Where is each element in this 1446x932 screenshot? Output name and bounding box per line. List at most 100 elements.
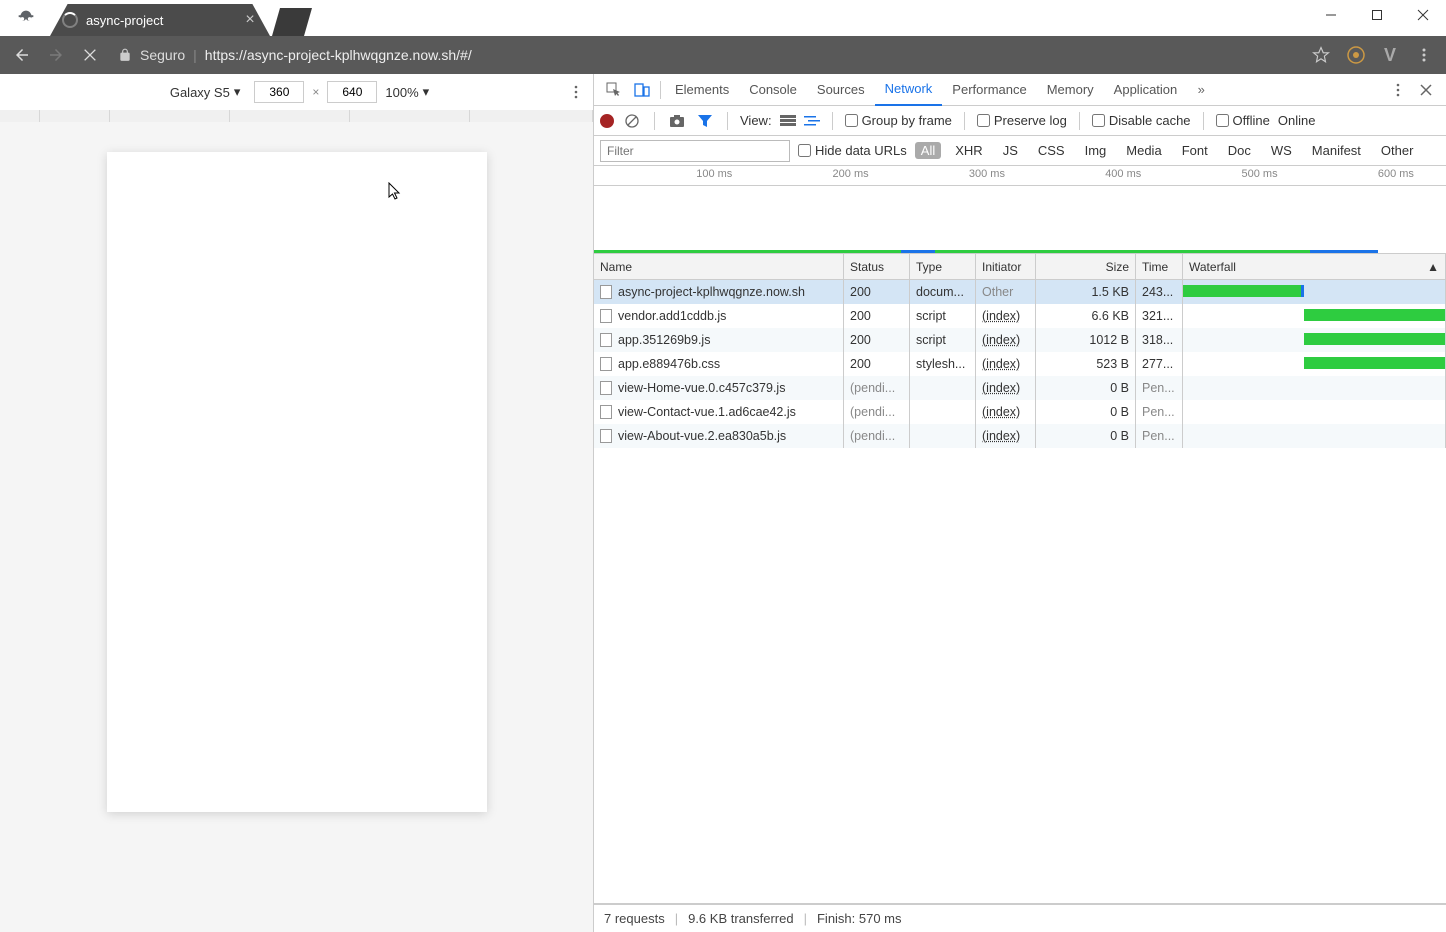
- request-name: app.351269b9.js: [618, 333, 710, 347]
- address-bar[interactable]: Seguro | https://async-project-kplhwqgnz…: [110, 41, 1306, 69]
- preserve-log-checkbox[interactable]: Preserve log: [977, 113, 1067, 128]
- filter-input[interactable]: [600, 140, 790, 162]
- zoom-select[interactable]: 100% ▾: [385, 84, 429, 100]
- col-header-initiator[interactable]: Initiator: [976, 254, 1036, 279]
- filter-chip-manifest[interactable]: Manifest: [1306, 142, 1367, 159]
- filter-chip-all[interactable]: All: [915, 142, 941, 159]
- tab-elements[interactable]: Elements: [665, 74, 739, 106]
- inspect-element-button[interactable]: [600, 76, 628, 104]
- tab-memory[interactable]: Memory: [1037, 74, 1104, 106]
- view-large-button[interactable]: [780, 115, 796, 127]
- filter-chip-ws[interactable]: WS: [1265, 142, 1298, 159]
- tab-application[interactable]: Application: [1104, 74, 1188, 106]
- col-header-size[interactable]: Size: [1036, 254, 1136, 279]
- offline-checkbox[interactable]: Offline: [1216, 113, 1270, 128]
- table-row[interactable]: app.e889476b.css200stylesh...(index)523 …: [594, 352, 1446, 376]
- tab-close-button[interactable]: ×: [242, 12, 258, 28]
- request-name: view-Home-vue.0.c457c379.js: [618, 381, 785, 395]
- waterfall-bar: [1304, 333, 1445, 345]
- initiator-link[interactable]: (index): [982, 333, 1020, 347]
- browser-menu-button[interactable]: [1410, 41, 1438, 69]
- back-button[interactable]: [8, 41, 36, 69]
- filter-chip-doc[interactable]: Doc: [1222, 142, 1257, 159]
- device-mode-button[interactable]: [628, 76, 656, 104]
- chevron-down-icon: ▾: [234, 84, 241, 100]
- devtools-close-button[interactable]: [1412, 76, 1440, 104]
- chevron-down-icon: ▾: [423, 84, 430, 100]
- devtools-tabs: Elements Console Sources Network Perform…: [594, 74, 1446, 106]
- initiator-link[interactable]: (index): [982, 405, 1020, 419]
- screenshot-button[interactable]: [667, 111, 687, 131]
- loading-spinner-icon: [62, 12, 78, 28]
- device-ruler: [0, 110, 593, 122]
- new-tab-button[interactable]: [272, 8, 312, 36]
- devtools-menu-button[interactable]: [1384, 76, 1412, 104]
- extension-icon-2[interactable]: V: [1376, 41, 1404, 69]
- disable-cache-checkbox[interactable]: Disable cache: [1092, 113, 1191, 128]
- dimension-x: ×: [312, 85, 319, 99]
- filter-chip-font[interactable]: Font: [1176, 142, 1214, 159]
- filter-chip-media[interactable]: Media: [1120, 142, 1167, 159]
- view-small-button[interactable]: [804, 115, 820, 127]
- filter-chip-img[interactable]: Img: [1079, 142, 1113, 159]
- initiator-link[interactable]: (index): [982, 381, 1020, 395]
- browser-tab[interactable]: async-project ×: [50, 4, 270, 36]
- device-height-input[interactable]: [327, 81, 377, 103]
- col-header-type[interactable]: Type: [910, 254, 976, 279]
- request-name: view-About-vue.2.ea830a5b.js: [618, 429, 786, 443]
- initiator-link[interactable]: (index): [982, 309, 1020, 323]
- table-row[interactable]: async-project-kplhwqgnze.now.sh200docum.…: [594, 280, 1446, 304]
- group-by-frame-checkbox[interactable]: Group by frame: [845, 113, 952, 128]
- device-menu-button[interactable]: [569, 85, 583, 99]
- timeline-overview[interactable]: [594, 186, 1446, 254]
- tab-network[interactable]: Network: [875, 74, 943, 106]
- table-row[interactable]: view-Home-vue.0.c457c379.js(pendi...(ind…: [594, 376, 1446, 400]
- minimize-button[interactable]: [1308, 0, 1354, 30]
- col-header-time[interactable]: Time: [1136, 254, 1183, 279]
- view-label: View:: [740, 113, 772, 128]
- forward-button[interactable]: [42, 41, 70, 69]
- record-button[interactable]: [600, 114, 614, 128]
- more-tabs-button[interactable]: »: [1187, 76, 1215, 104]
- close-window-button[interactable]: [1400, 0, 1446, 30]
- clear-button[interactable]: [622, 111, 642, 131]
- initiator-link: Other: [982, 285, 1013, 299]
- status-requests: 7 requests: [604, 911, 665, 926]
- device-select[interactable]: Galaxy S5 ▾: [164, 82, 247, 102]
- filter-chip-other[interactable]: Other: [1375, 142, 1420, 159]
- initiator-link[interactable]: (index): [982, 429, 1020, 443]
- timeline-ruler[interactable]: 100 ms 200 ms 300 ms 400 ms 500 ms 600 m…: [594, 166, 1446, 186]
- request-name: async-project-kplhwqgnze.now.sh: [618, 285, 805, 299]
- window-controls: [1308, 0, 1446, 30]
- col-header-waterfall[interactable]: Waterfall▲: [1183, 254, 1446, 279]
- file-icon: [600, 357, 612, 371]
- device-frame[interactable]: [107, 152, 487, 812]
- hide-data-urls-checkbox[interactable]: Hide data URLs: [798, 143, 907, 158]
- filter-chip-xhr[interactable]: XHR: [949, 142, 988, 159]
- tab-sources[interactable]: Sources: [807, 74, 875, 106]
- status-transferred: 9.6 KB transferred: [688, 911, 794, 926]
- device-emulation-panel: Galaxy S5 ▾ × 100% ▾: [0, 74, 594, 932]
- secure-label: Seguro: [140, 47, 185, 63]
- table-row[interactable]: view-Contact-vue.1.ad6cae42.js(pendi...(…: [594, 400, 1446, 424]
- table-row[interactable]: view-About-vue.2.ea830a5b.js(pendi...(in…: [594, 424, 1446, 448]
- filter-toggle-button[interactable]: [695, 111, 715, 131]
- table-row[interactable]: vendor.add1cddb.js200script(index)6.6 KB…: [594, 304, 1446, 328]
- extension-icon-1[interactable]: [1342, 41, 1370, 69]
- stop-reload-button[interactable]: [76, 41, 104, 69]
- file-icon: [600, 285, 612, 299]
- online-select[interactable]: Online: [1278, 113, 1316, 128]
- table-row[interactable]: app.351269b9.js200script(index)1012 B318…: [594, 328, 1446, 352]
- devtools-panel: Elements Console Sources Network Perform…: [594, 74, 1446, 932]
- device-width-input[interactable]: [254, 81, 304, 103]
- initiator-link[interactable]: (index): [982, 357, 1020, 371]
- col-header-name[interactable]: Name: [594, 254, 844, 279]
- maximize-button[interactable]: [1354, 0, 1400, 30]
- filter-chip-css[interactable]: CSS: [1032, 142, 1071, 159]
- bookmark-star-icon[interactable]: [1312, 46, 1336, 64]
- col-header-status[interactable]: Status: [844, 254, 910, 279]
- network-toolbar: View: Group by frame Preserve log Disabl…: [594, 106, 1446, 136]
- tab-performance[interactable]: Performance: [942, 74, 1036, 106]
- filter-chip-js[interactable]: JS: [997, 142, 1024, 159]
- tab-console[interactable]: Console: [739, 74, 807, 106]
